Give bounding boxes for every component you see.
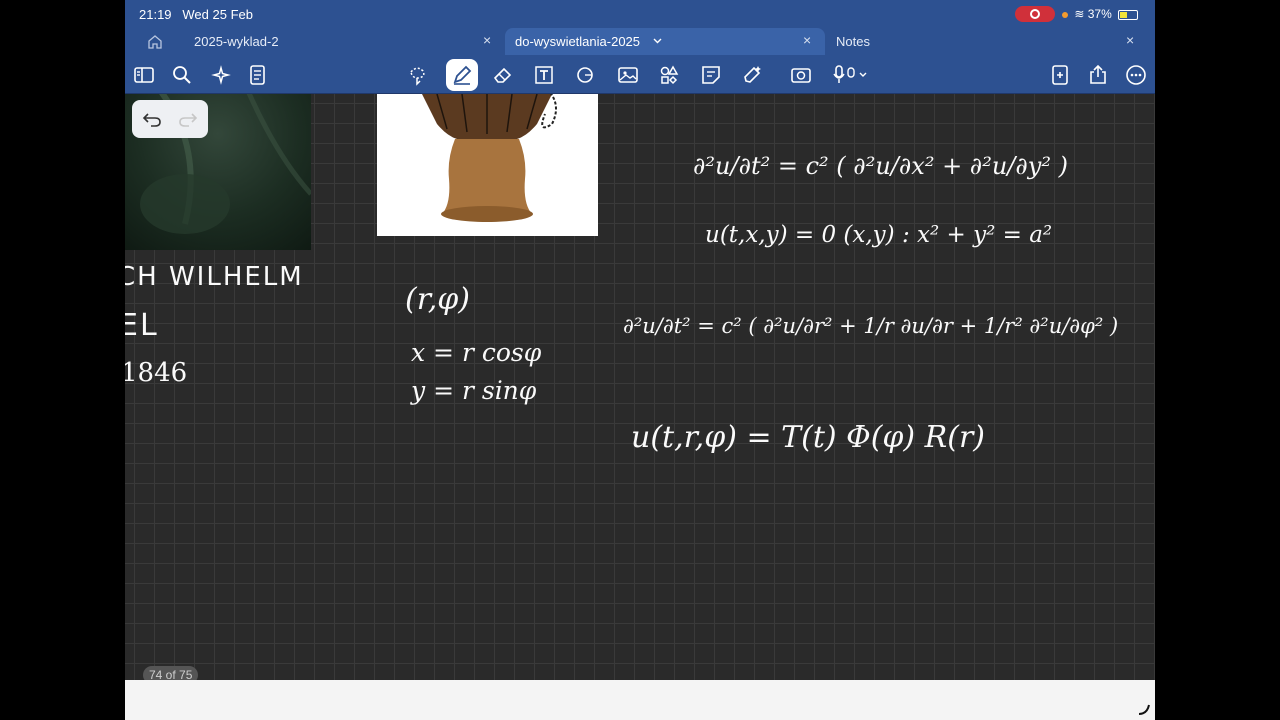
- search-icon[interactable]: [170, 63, 194, 87]
- x-equation: x = r cosφ: [411, 338, 542, 367]
- microphone-icon[interactable]: [832, 63, 872, 87]
- bottom-bar: [125, 680, 1155, 720]
- page-indicator: 74 of 75: [143, 666, 199, 680]
- textbox-icon[interactable]: [532, 63, 556, 87]
- tab-label: Notes: [836, 34, 870, 49]
- highlighter-icon[interactable]: [740, 63, 764, 87]
- note-canvas[interactable]: CH WILHELM EL 1846 (r,φ) x = r cosφ y = …: [125, 94, 1155, 680]
- toolbar: [125, 55, 1155, 94]
- home-icon: [148, 35, 162, 49]
- y-equation: y = r sinφ: [411, 376, 537, 405]
- wave-equation: ∂²u/∂t² = c² ( ∂²u/∂x² + ∂²u/∂y² ): [693, 152, 1068, 180]
- wifi-icon: ≋: [1074, 7, 1085, 21]
- chevron-down-icon[interactable]: [653, 38, 662, 44]
- polar-coordinates: (r,φ): [405, 282, 470, 317]
- image-icon[interactable]: [616, 63, 640, 87]
- pen-icon[interactable]: [446, 59, 478, 91]
- eraser-icon[interactable]: [491, 63, 515, 87]
- elements-icon[interactable]: [657, 63, 681, 87]
- status-bar: 21:19 Wed 25 Feb ≋ 37%: [125, 0, 1155, 28]
- share-icon[interactable]: [1086, 63, 1110, 87]
- redo-icon[interactable]: [178, 109, 198, 129]
- undo-icon[interactable]: [142, 109, 162, 129]
- sparkle-icon[interactable]: [209, 63, 233, 87]
- document-icon[interactable]: [246, 63, 270, 87]
- system-status: ≋ 37%: [1062, 7, 1139, 21]
- djembe-drum-photo[interactable]: [377, 94, 598, 236]
- camera-icon[interactable]: [789, 63, 813, 87]
- resize-handle-icon[interactable]: [1137, 702, 1151, 716]
- lasso-icon[interactable]: [405, 63, 429, 87]
- tab-label: 2025-wyklad-2: [194, 34, 279, 49]
- close-tab-icon[interactable]: ×: [483, 32, 491, 48]
- battery-percent: 37%: [1087, 7, 1112, 21]
- sticky-note-icon[interactable]: [699, 63, 723, 87]
- close-tab-icon[interactable]: ×: [803, 32, 811, 48]
- handwritten-name-line2: EL: [125, 308, 159, 343]
- battery-icon: [1118, 9, 1139, 20]
- close-tab-icon[interactable]: ×: [1126, 32, 1134, 48]
- notes-app-window: 21:19 Wed 25 Feb ≋ 37% 2025-wyklad-2 × d…: [125, 0, 1155, 720]
- polar-wave-equation: ∂²u/∂t² = c² ( ∂²u/∂r² + 1/r ∂u/∂r + 1/r…: [623, 314, 1119, 338]
- more-icon[interactable]: [1124, 63, 1148, 87]
- handwritten-year: 1846: [125, 358, 188, 388]
- undo-redo-pill: [132, 100, 208, 138]
- screen-recording-indicator[interactable]: [1015, 6, 1055, 22]
- add-page-icon[interactable]: [1048, 63, 1072, 87]
- privacy-dot-icon: [1062, 11, 1068, 18]
- tab-notes[interactable]: Notes ×: [825, 28, 1155, 55]
- tab-do-wyswietlania-2025[interactable]: do-wyswietlania-2025 ×: [505, 28, 825, 55]
- tab-label: do-wyswietlania-2025: [515, 34, 641, 49]
- tab-bar: 2025-wyklad-2 × do-wyswietlania-2025 × N…: [125, 28, 1155, 55]
- tab-2025-wyklad-2[interactable]: 2025-wyklad-2 ×: [185, 28, 505, 55]
- separation-of-variables: u(t,r,φ) = T(t) Φ(φ) R(r): [631, 420, 986, 455]
- home-tab[interactable]: [125, 28, 185, 55]
- clock: 21:19 Wed 25 Feb: [139, 7, 253, 22]
- boundary-condition: u(t,x,y) = 0 (x,y) : x² + y² = a²: [705, 222, 1053, 248]
- handwritten-name-line1: CH WILHELM: [125, 262, 304, 292]
- sidebar-icon[interactable]: [132, 63, 156, 87]
- shapes-icon[interactable]: [574, 63, 598, 87]
